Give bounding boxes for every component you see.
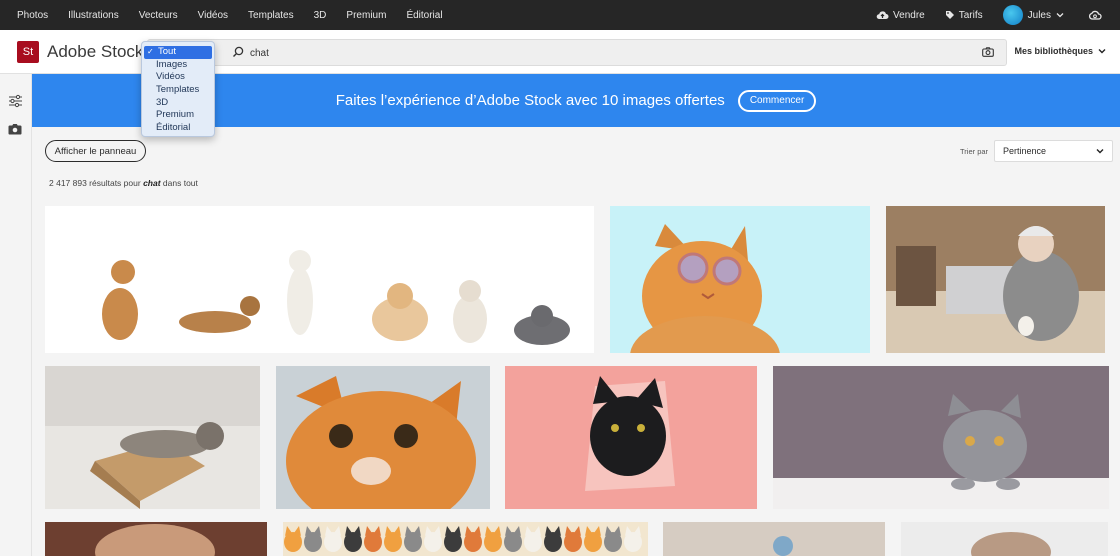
sort-value: Pertinence bbox=[1003, 146, 1047, 156]
image-tile[interactable] bbox=[663, 522, 885, 556]
filter-sliders-icon[interactable] bbox=[8, 94, 23, 108]
dropdown-option-label: Tout bbox=[158, 46, 176, 57]
dropdown-option-3d[interactable]: 3D bbox=[142, 97, 214, 110]
asset-type-dropdown[interactable]: ✓ Tout Images Vidéos Templates 3D Premium… bbox=[141, 41, 215, 137]
sort-select[interactable]: Pertinence bbox=[994, 140, 1113, 162]
image-tile[interactable] bbox=[505, 366, 757, 509]
promo-banner-text: Faites l’expérience d’Adobe Stock avec 1… bbox=[335, 92, 725, 109]
adobe-stock-logo-mark[interactable]: St bbox=[17, 41, 39, 63]
pricing-link[interactable]: Tarifs bbox=[945, 10, 983, 21]
dropdown-option-editorial[interactable]: Éditorial bbox=[142, 122, 214, 135]
dropdown-option-videos[interactable]: Vidéos bbox=[142, 71, 214, 84]
search-icon[interactable] bbox=[232, 46, 244, 58]
image-tile[interactable] bbox=[45, 206, 594, 353]
upload-cloud-icon bbox=[876, 11, 889, 19]
creative-cloud-button[interactable] bbox=[1088, 10, 1106, 21]
results-query: chat bbox=[143, 178, 161, 188]
left-rail bbox=[0, 74, 32, 556]
logo-text[interactable]: Adobe Stock bbox=[47, 42, 143, 62]
image-tile[interactable] bbox=[610, 206, 870, 353]
nav-premium[interactable]: Premium bbox=[336, 10, 396, 21]
image-tile[interactable] bbox=[45, 522, 267, 556]
show-panel-button[interactable]: Afficher le panneau bbox=[45, 140, 146, 162]
creative-cloud-icon bbox=[1088, 10, 1102, 20]
my-libraries-menu[interactable]: Mes bibliothèques bbox=[1014, 46, 1106, 56]
results-count: 2 417 893 résultats pour chat dans tout bbox=[49, 178, 198, 188]
user-name: Jules bbox=[1027, 9, 1051, 21]
results-number: 2 417 893 résultats pour bbox=[49, 178, 141, 188]
dropdown-option-premium[interactable]: Premium bbox=[142, 109, 214, 122]
start-button[interactable]: Commencer bbox=[737, 89, 817, 112]
results-scope: dans tout bbox=[162, 178, 198, 188]
chevron-down-icon bbox=[1056, 13, 1064, 18]
nav-photos[interactable]: Photos bbox=[0, 10, 58, 21]
nav-templates[interactable]: Templates bbox=[238, 10, 304, 21]
chevron-down-icon bbox=[1096, 149, 1104, 154]
logo-mark-text: St bbox=[22, 46, 34, 58]
tag-icon bbox=[945, 11, 954, 19]
dropdown-option-templates[interactable]: Templates bbox=[142, 84, 214, 97]
cat-figure bbox=[102, 250, 570, 345]
avatar bbox=[1002, 5, 1023, 25]
top-nav-right: Vendre Tarifs Jules bbox=[856, 0, 1120, 30]
checkmark-icon: ✓ bbox=[147, 47, 154, 56]
nav-videos[interactable]: Vidéos bbox=[188, 10, 238, 21]
sell-link[interactable]: Vendre bbox=[876, 10, 925, 21]
image-tile[interactable] bbox=[283, 522, 648, 556]
search-bar[interactable] bbox=[147, 39, 1007, 66]
chevron-down-icon bbox=[1098, 49, 1106, 54]
camera-icon[interactable] bbox=[982, 47, 994, 57]
nav-vectors[interactable]: Vecteurs bbox=[129, 10, 188, 21]
image-tile[interactable] bbox=[276, 366, 490, 509]
nav-editorial[interactable]: Éditorial bbox=[396, 10, 452, 21]
user-menu[interactable]: Jules bbox=[1002, 5, 1068, 25]
image-tile[interactable] bbox=[886, 206, 1105, 353]
pricing-label: Tarifs bbox=[958, 9, 983, 21]
camera-icon[interactable] bbox=[8, 123, 22, 135]
image-tile[interactable] bbox=[45, 366, 260, 509]
image-tile[interactable] bbox=[901, 522, 1108, 556]
image-tile[interactable] bbox=[773, 366, 1109, 509]
nav-illustrations[interactable]: Illustrations bbox=[58, 10, 129, 21]
my-libraries-label: Mes bibliothèques bbox=[1014, 46, 1093, 56]
dropdown-option-images[interactable]: Images bbox=[142, 59, 214, 72]
search-input[interactable] bbox=[250, 45, 850, 61]
dropdown-option-all[interactable]: ✓ Tout bbox=[144, 46, 212, 59]
sell-label: Vendre bbox=[893, 9, 925, 21]
sort-label: Trier par bbox=[960, 147, 989, 156]
top-navigation: Photos Illustrations Vecteurs Vidéos Tem… bbox=[0, 0, 1120, 30]
nav-3d[interactable]: 3D bbox=[304, 10, 337, 21]
